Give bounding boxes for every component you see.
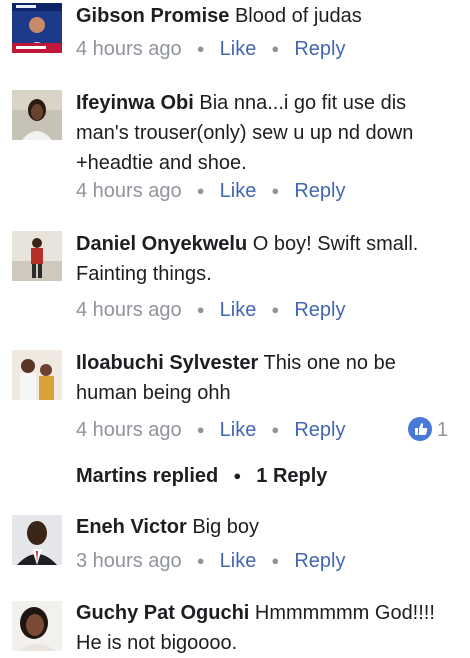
comment-meta: 4 hours ago ● Like ● Reply — [76, 296, 345, 324]
comment-body: Big boy — [192, 516, 260, 538]
woman-portrait-avatar-icon — [12, 90, 62, 140]
separator-dot-icon: ● — [271, 553, 280, 568]
comment-author[interactable]: Gibson Promise — [76, 5, 229, 27]
thumbs-up-icon — [407, 417, 432, 441]
comment-timestamp[interactable]: 4 hours ago — [76, 419, 182, 441]
view-replies-link[interactable]: Martins replied ● 1 Reply — [76, 462, 327, 490]
separator-dot-icon: ● — [271, 302, 280, 317]
comment-author[interactable]: Guchy Pat Oguchi — [76, 602, 249, 624]
comment-meta: 4 hours ago ● Like ● Reply — [76, 35, 345, 63]
like-button[interactable]: Like — [220, 419, 257, 441]
avatar[interactable] — [12, 601, 62, 651]
comment-meta: 4 hours ago ● Like ● Reply — [76, 177, 345, 205]
comment-author[interactable]: Ifeyinwa Obi — [76, 92, 194, 114]
comment-text: Iloabuchi Sylvester This one no be human… — [76, 348, 460, 408]
like-button[interactable]: Like — [220, 550, 257, 572]
comment-timestamp[interactable]: 3 hours ago — [76, 550, 182, 572]
comment-text: Guchy Pat Oguchi Hmmmmmm God!!!! He is n… — [76, 598, 460, 658]
comment-text: Gibson Promise Blood of judas — [76, 1, 460, 31]
couple-photo-avatar-icon — [12, 350, 62, 400]
comment-text: Eneh Victor Big boy — [76, 512, 460, 542]
replied-by-label: Martins replied — [76, 465, 219, 487]
separator-dot-icon: ● — [271, 41, 280, 56]
avatar[interactable] — [12, 350, 62, 400]
avatar[interactable] — [12, 3, 62, 53]
separator-dot-icon: ● — [196, 183, 205, 198]
comment-author[interactable]: Iloabuchi Sylvester — [76, 352, 258, 374]
woman-selfie-avatar-icon — [12, 601, 62, 651]
reply-button[interactable]: Reply — [294, 180, 345, 202]
comment-timestamp[interactable]: 4 hours ago — [76, 180, 182, 202]
reply-count: 1 Reply — [256, 465, 328, 487]
comment-body: Blood of judas — [234, 5, 362, 27]
comment-meta: 3 hours ago ● Like ● Reply — [76, 547, 345, 575]
reaction-count[interactable]: 1 — [407, 416, 448, 444]
avatar[interactable] — [12, 515, 62, 565]
reply-button[interactable]: Reply — [294, 38, 345, 60]
avatar[interactable] — [12, 231, 62, 281]
comment-timestamp[interactable]: 4 hours ago — [76, 299, 182, 321]
like-button[interactable]: Like — [220, 38, 257, 60]
man-suit-avatar-icon — [12, 515, 62, 565]
comment-text: Daniel Onyekwelu O boy! Swift small. Fai… — [76, 229, 460, 289]
comment-author[interactable]: Daniel Onyekwelu — [76, 233, 247, 255]
comment-timestamp[interactable]: 4 hours ago — [76, 38, 182, 60]
comment-text: Ifeyinwa Obi Bia nna...i go fit use dis … — [76, 88, 460, 178]
separator-dot-icon: ● — [196, 302, 205, 317]
reply-button[interactable]: Reply — [294, 299, 345, 321]
separator-dot-icon: ● — [233, 468, 242, 483]
separator-dot-icon: ● — [196, 422, 205, 437]
comment-author[interactable]: Eneh Victor — [76, 516, 187, 538]
comment-meta: 4 hours ago ● Like ● Reply — [76, 416, 345, 444]
separator-dot-icon: ● — [271, 422, 280, 437]
avatar[interactable] — [12, 90, 62, 140]
separator-dot-icon: ● — [271, 183, 280, 198]
reply-button[interactable]: Reply — [294, 550, 345, 572]
like-button[interactable]: Like — [220, 299, 257, 321]
like-button[interactable]: Like — [220, 180, 257, 202]
like-count: 1 — [436, 419, 448, 441]
separator-dot-icon: ● — [196, 553, 205, 568]
man-standing-avatar-icon — [12, 231, 62, 281]
separator-dot-icon: ● — [196, 41, 205, 56]
news-thumbnail-avatar-icon — [12, 3, 62, 53]
reply-button[interactable]: Reply — [294, 419, 345, 441]
